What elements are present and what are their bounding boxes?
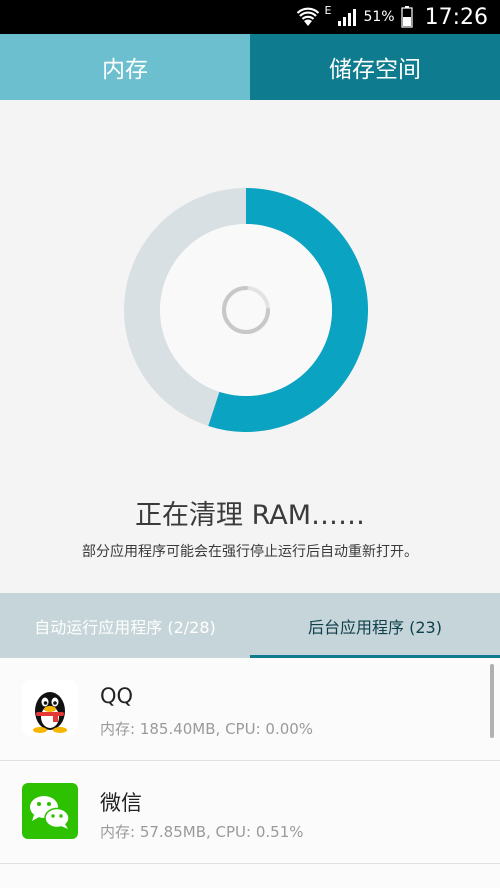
qq-penguin-icon bbox=[22, 680, 78, 736]
tab-background-apps[interactable]: 后台应用程序 (23) bbox=[250, 593, 500, 658]
tab-memory[interactable]: 内存 bbox=[0, 34, 250, 100]
tab-autorun-apps-label: 自动运行应用程序 (2/28) bbox=[34, 617, 216, 637]
tab-storage[interactable]: 储存空间 bbox=[250, 34, 500, 100]
status-icons: E 51% 17:26 bbox=[296, 0, 488, 34]
memory-ring-svg bbox=[124, 188, 368, 432]
list-item-qq[interactable]: QQ 内存: 185.40MB, CPU: 0.00% bbox=[0, 658, 500, 761]
memory-usage-ring bbox=[124, 188, 368, 432]
tab-storage-label: 储存空间 bbox=[329, 57, 421, 83]
list-scrollbar[interactable] bbox=[490, 664, 494, 738]
battery-percent: 51% bbox=[363, 9, 395, 25]
app-usage-info: 内存: 185.40MB, CPU: 0.00% bbox=[100, 720, 314, 738]
tab-memory-label: 内存 bbox=[102, 57, 148, 83]
list-item-wechat[interactable]: 微信 内存: 57.85MB, CPU: 0.51% bbox=[0, 761, 500, 864]
wechat-icon bbox=[22, 783, 78, 839]
cleaning-status-title: 正在清理 RAM…… bbox=[134, 500, 365, 531]
wifi-icon bbox=[296, 7, 319, 27]
screen: E 51% 17:26 内存 储存空间 正在清理 RAM…… 部分应用程序可能会… bbox=[0, 0, 500, 888]
top-tab-bar: 内存 储存空间 bbox=[0, 34, 500, 100]
cleaning-status-subtitle: 部分应用程序可能会在强行停止运行后自动重新打开。 bbox=[82, 544, 418, 560]
app-usage-info: 内存: 57.85MB, CPU: 0.51% bbox=[100, 823, 304, 841]
network-type-label: E bbox=[324, 3, 332, 17]
signal-icon bbox=[337, 7, 357, 27]
tab-autorun-apps[interactable]: 自动运行应用程序 (2/28) bbox=[0, 593, 250, 658]
tab-background-apps-label: 后台应用程序 (23) bbox=[308, 617, 442, 637]
ring-inner bbox=[160, 224, 332, 396]
app-name: QQ bbox=[100, 684, 134, 708]
app-name: 微信 bbox=[100, 791, 142, 815]
clock: 17:26 bbox=[424, 4, 488, 30]
app-category-tabs: 自动运行应用程序 (2/28) 后台应用程序 (23) bbox=[0, 593, 500, 658]
battery-icon bbox=[400, 6, 413, 28]
app-list: QQ 内存: 185.40MB, CPU: 0.00% 微信 内存: 57.85 bbox=[0, 658, 500, 888]
status-bar: E 51% 17:26 bbox=[0, 0, 500, 34]
